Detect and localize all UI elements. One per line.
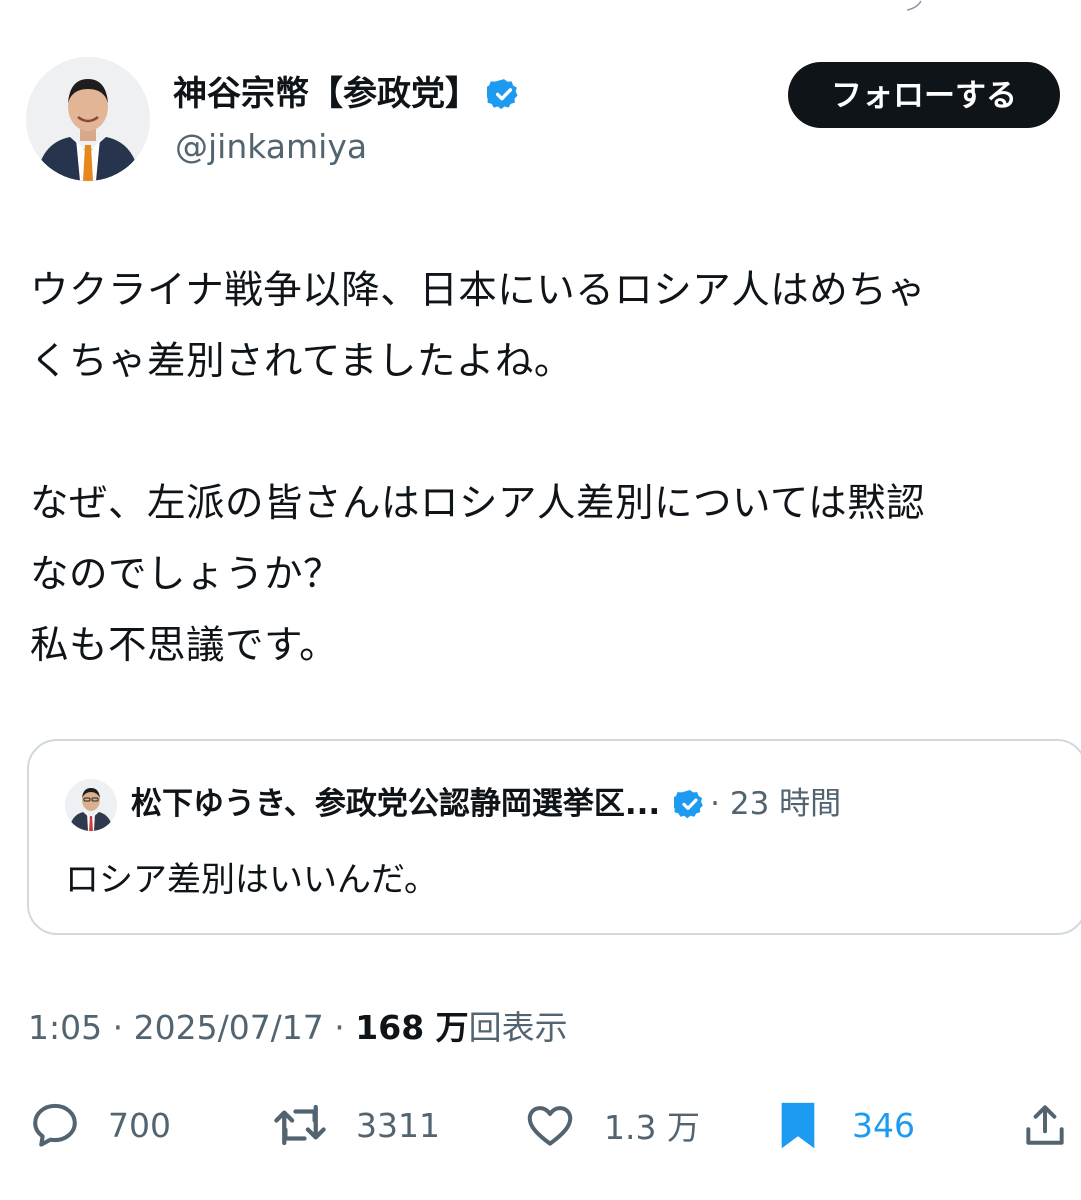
tweet-meta: 1:05 · 2025/07/17 · 168 万回表示 (28, 1003, 568, 1053)
tweet-date[interactable]: 2025/07/17 (134, 1008, 324, 1047)
reply-icon (33, 1103, 77, 1147)
tweet-line: なのでしょうか？ (30, 552, 343, 597)
edge-stroke (906, 0, 922, 11)
share-button[interactable] (1020, 1095, 1081, 1155)
tweet-time[interactable]: 1:05 (28, 1008, 102, 1047)
like-button[interactable]: 1.3 万 (522, 1095, 700, 1155)
reply-button[interactable]: 700 (28, 1095, 171, 1155)
views-label: 回表示 (468, 1008, 568, 1047)
view-count: 168 万 (355, 1008, 469, 1047)
quoted-timestamp: · 23 時間 (710, 786, 842, 822)
bookmark-button[interactable]: 346 (770, 1095, 915, 1155)
meta-separator: · (323, 1008, 356, 1047)
author-handle[interactable]: @jinkamiya (175, 125, 367, 169)
tweet-line: くちゃ差別されてましたよね。 (30, 339, 573, 384)
author-display-name[interactable]: 神谷宗幣【参政党】 (173, 70, 521, 118)
bookmark-count: 346 (852, 1105, 915, 1145)
reply-count: 700 (108, 1105, 171, 1145)
verified-badge-icon (674, 790, 703, 819)
quoted-author-avatar[interactable] (65, 779, 117, 831)
like-icon (527, 1106, 573, 1146)
like-count: 1.3 万 (604, 1108, 700, 1147)
author-avatar[interactable] (26, 57, 150, 181)
quoted-author-name[interactable]: 松下ゆうき、参政党公認静岡選挙区... (131, 781, 660, 827)
follow-button[interactable]: フォローする (788, 62, 1060, 128)
tweet-line-break (30, 397, 1070, 468)
retweet-count: 3311 (356, 1105, 440, 1145)
verified-badge-icon (487, 79, 518, 110)
tweet-text: ウクライナ戦争以降、日本にいるロシア人はめちゃ くちゃ差別されてましたよね。 な… (30, 255, 1070, 681)
bookmark-icon (781, 1102, 815, 1149)
retweet-icon (274, 1104, 326, 1146)
share-icon (1026, 1105, 1064, 1145)
tweet-line: ウクライナ戦争以降、日本にいるロシア人はめちゃ (30, 268, 927, 313)
quoted-author-line: 松下ゆうき、参政党公認静岡選挙区... · 23 時間 (131, 781, 841, 827)
tweet-line: なぜ、左派の皆さんはロシア人差別については黙認 (30, 481, 926, 526)
quoted-tweet-card[interactable]: 松下ゆうき、参政党公認静岡選挙区... · 23 時間 ロシア差別はいいんだ。 (27, 739, 1081, 935)
retweet-button[interactable]: 3311 (270, 1095, 440, 1155)
quoted-tweet-text: ロシア差別はいいんだ。 (65, 860, 438, 900)
tweet-line: 私も不思議です。 (30, 623, 339, 668)
meta-separator: · (102, 1008, 134, 1047)
action-bar: 700 3311 1.3 万 346 (0, 1095, 1081, 1155)
